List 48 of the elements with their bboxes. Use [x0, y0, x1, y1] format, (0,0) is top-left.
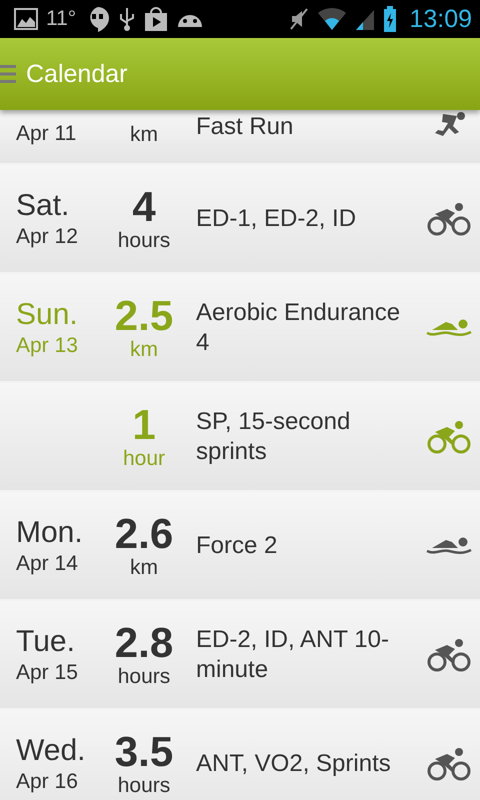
unit: hours	[118, 228, 170, 252]
cyclist-icon	[427, 638, 471, 672]
weekday: Sun.	[16, 296, 79, 332]
unit: km	[130, 338, 158, 362]
date: Apr 14	[16, 550, 79, 576]
workout-title: SP, 15-second sprints	[195, 406, 352, 466]
temperature: 11°	[46, 7, 76, 31]
unit: hours	[118, 664, 170, 688]
usb-icon	[118, 6, 136, 32]
menu-icon[interactable]	[0, 64, 16, 84]
amount: 4	[132, 184, 156, 228]
cyclist-icon	[427, 420, 471, 454]
weekday: Mon.	[16, 514, 84, 550]
weekday: Wed.	[16, 732, 86, 768]
workout-title: Fast Run	[195, 112, 294, 142]
amount: 3.5	[114, 730, 174, 774]
weekday: Sat.	[16, 188, 70, 224]
workout-title: ED-2, ID, ANT 10-minute	[195, 624, 390, 684]
weekday: Tue.	[16, 624, 76, 660]
date: Apr 11	[16, 121, 78, 147]
clock: 13:09	[409, 4, 472, 34]
workout-title: Aerobic Endurance 4	[195, 298, 402, 358]
unit: hour	[122, 446, 166, 470]
battery-charging-icon	[383, 6, 398, 32]
swimmer-icon	[426, 536, 472, 556]
gallery-icon	[14, 8, 38, 30]
date: Apr 12	[16, 224, 79, 250]
workout-title: ANT, VO2, Sprints	[195, 748, 392, 778]
workout-title: Force 2	[195, 530, 278, 560]
amount: 2.6	[114, 512, 174, 556]
store-bag-icon	[144, 6, 168, 32]
amount: 2.5	[114, 294, 174, 338]
unit: hours	[118, 774, 170, 798]
amount: 1	[132, 402, 156, 446]
unit: km	[130, 123, 158, 147]
date: Apr 13	[16, 332, 79, 358]
workout-title: ED-1, ED-2, ID	[195, 204, 358, 234]
date: Apr 15	[16, 660, 79, 686]
unit: km	[130, 556, 158, 580]
calendar-row[interactable]: Apr 11 km Fast Run	[0, 110, 480, 163]
muted-speaker-icon	[289, 7, 310, 31]
wifi-icon	[317, 7, 348, 31]
amount: 2.8	[114, 620, 174, 664]
date: Apr 16	[16, 768, 79, 794]
cyclist-icon	[427, 746, 471, 780]
screen-title: Calendar	[26, 60, 128, 88]
cyclist-icon	[427, 202, 471, 236]
swimmer-icon	[426, 318, 472, 338]
